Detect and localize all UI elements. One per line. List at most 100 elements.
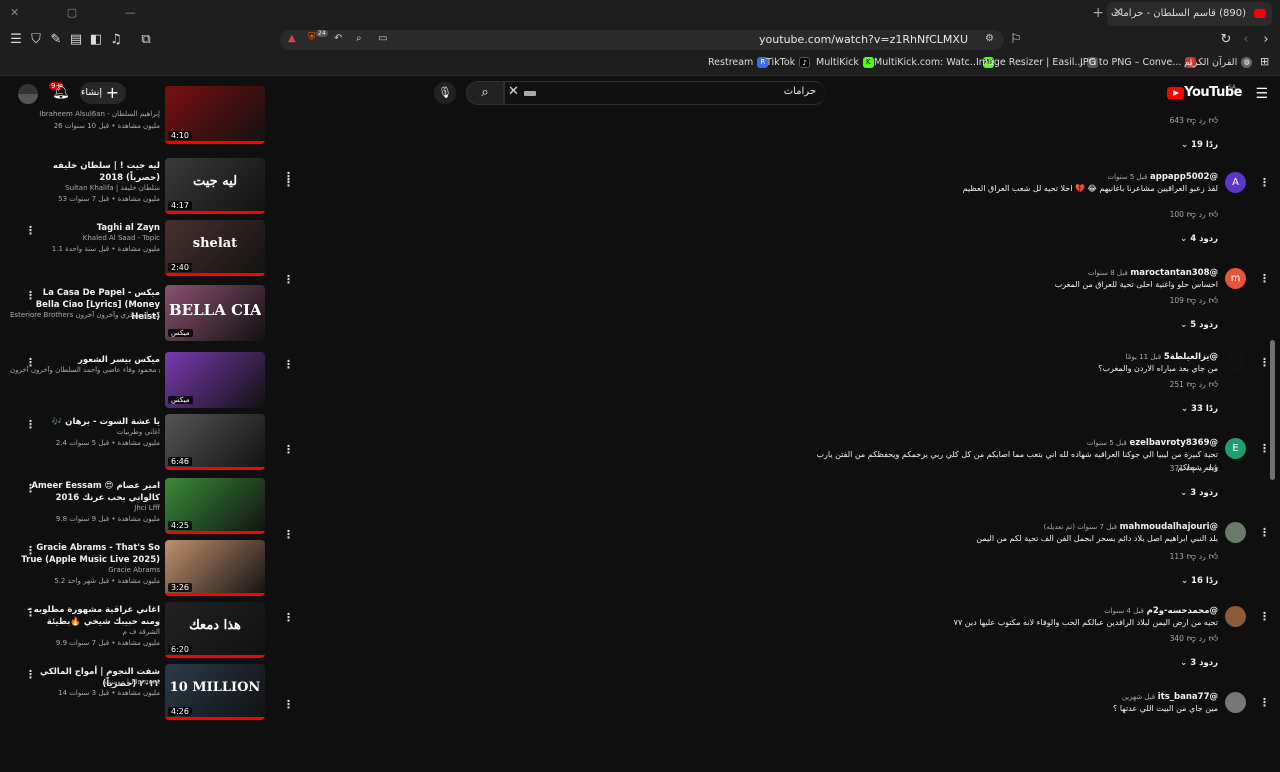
- more-actions-icon[interactable]: ⋮: [25, 224, 36, 237]
- comment-more-icon[interactable]: ⋮: [1259, 696, 1270, 709]
- recommendation-item[interactable]: 3:26 Gracie Abrams - That's So True (Appl…: [0, 540, 300, 602]
- recommendation-item[interactable]: shelat 2:40 Taghi al Zayn Khaled Al Saad - …: [0, 220, 300, 282]
- comment-author[interactable]: @ezelbavroty8369: [1129, 438, 1218, 448]
- comment-avatar[interactable]: [1225, 522, 1246, 543]
- dislike-icon[interactable]: 👎︎: [1184, 634, 1199, 644]
- comment-time[interactable]: قبل 4 سنوات: [1104, 607, 1144, 615]
- comment-author[interactable]: @mahmoudalhajouri: [1120, 522, 1218, 532]
- comment-time[interactable]: قبل 5 سنوات: [1108, 173, 1148, 181]
- recommendation-item[interactable]: ميكس ميكس بيسر الشعور صباح محمود وفاء عاضي…: [0, 352, 300, 414]
- bookmark-tiktok[interactable]: TikTok ♪: [766, 57, 811, 68]
- video-thumbnail[interactable]: هذا دمعك 6:20: [165, 602, 265, 658]
- more-actions-icon[interactable]: ⋮: [283, 698, 294, 711]
- recommendation-item[interactable]: هذا دمعك 6:20 اغاني عراقية مشهورة مطلوبه -…: [0, 602, 300, 664]
- more-actions-icon[interactable]: ⋮: [25, 356, 36, 369]
- tab-manager-icon[interactable]: ⧉: [138, 32, 154, 48]
- video-title[interactable]: يا عشة السوت - برهان 🎶: [20, 416, 160, 428]
- video-thumbnail[interactable]: 3:26: [165, 540, 265, 596]
- bookmark-restream[interactable]: Restream R: [708, 57, 769, 68]
- comment-author[interactable]: @محمدحسه-و2م: [1147, 606, 1218, 616]
- music-icon[interactable]: ♫: [108, 32, 124, 48]
- recommendation-item[interactable]: 6:46 يا عشة السوت - برهان 🎶 اغاني وطربيات 2…: [0, 414, 300, 476]
- guide-menu-icon[interactable]: ☰: [1255, 86, 1268, 102]
- search-button[interactable]: ⌕: [466, 81, 504, 105]
- comment-more-icon[interactable]: ⋮: [1259, 610, 1270, 623]
- channel-name[interactable]: Gracie Abrams: [10, 566, 160, 574]
- reply-button[interactable]: رد: [1199, 210, 1206, 219]
- comment-time[interactable]: قبل شهرين: [1122, 693, 1155, 701]
- more-actions-icon[interactable]: ⋮: [25, 289, 36, 302]
- comment-avatar[interactable]: [1225, 352, 1246, 373]
- video-thumbnail[interactable]: 4:10: [165, 86, 265, 144]
- like-icon[interactable]: 👍︎: [1206, 296, 1218, 306]
- video-title[interactable]: Taghi al Zayn: [20, 222, 160, 234]
- forward-icon[interactable]: ‹: [1238, 32, 1254, 48]
- comment-more-icon[interactable]: ⋮: [1259, 356, 1270, 369]
- video-title[interactable]: امير عصام 😍 Ameer Eessam كالواني بحب عرن…: [20, 480, 160, 504]
- comment-author[interactable]: @appapp5002: [1150, 172, 1218, 182]
- like-icon[interactable]: 👍︎: [1206, 116, 1218, 126]
- more-actions-icon[interactable]: ⋮: [283, 443, 294, 456]
- menu-icon[interactable]: ☰: [8, 32, 24, 48]
- view-replies-button[interactable]: ⌄ 33 ردًا: [1181, 404, 1218, 414]
- reply-button[interactable]: رد: [1199, 634, 1206, 643]
- comment-avatar[interactable]: [1225, 692, 1246, 713]
- channel-name[interactable]: Jhci Lfff: [10, 504, 160, 512]
- comment-author[interactable]: @its_bana77: [1158, 692, 1218, 702]
- video-thumbnail[interactable]: 6:46: [165, 414, 265, 470]
- new-tab-button[interactable]: +: [1092, 5, 1104, 21]
- extension-triangle-icon[interactable]: ▲: [288, 33, 296, 44]
- recommendation-item[interactable]: 4:25 امير عصام 😍 Ameer Eessam كالواني بحب…: [0, 478, 300, 540]
- scrollbar[interactable]: [1270, 340, 1275, 480]
- channel-name[interactable]: Sultan Khalifa | سلطان خليفة: [10, 184, 160, 192]
- comment-author[interactable]: @maroctantan308: [1130, 268, 1218, 278]
- recommendation-item[interactable]: 4:10 Ibraheem Alsul6an - إبراهيم السلطان 2…: [0, 86, 300, 158]
- microphone-icon[interactable]: 🎙︎: [434, 82, 456, 104]
- comment-avatar[interactable]: A: [1225, 172, 1246, 193]
- sidebar-icon[interactable]: ◧: [88, 32, 104, 48]
- video-thumbnail[interactable]: ميكس: [165, 352, 265, 408]
- view-replies-button[interactable]: ⌄ 4 ردود: [1180, 234, 1218, 244]
- view-replies-button[interactable]: ⌄ 16 ردًا: [1181, 576, 1218, 586]
- browser-tab[interactable]: ✕ (890) قاسم السلطان - حرامات: [1107, 2, 1272, 26]
- video-thumbnail[interactable]: 10 MILLION 4:26: [165, 664, 265, 720]
- dislike-icon[interactable]: 👎︎: [1184, 296, 1199, 306]
- comment-time[interactable]: قبل 7 سنوات (تم تعديله): [1044, 523, 1117, 531]
- reply-button[interactable]: رد: [1199, 116, 1206, 125]
- video-thumbnail[interactable]: ليه جيت 4:17: [165, 158, 265, 214]
- like-icon[interactable]: 👍︎: [1206, 210, 1218, 220]
- bookmark-quran[interactable]: القرآن الكريم ◍: [1184, 57, 1253, 68]
- dislike-icon[interactable]: 👎︎: [1184, 210, 1199, 220]
- view-replies-button[interactable]: ⌄ 5 ردود: [1180, 320, 1218, 330]
- channel-name[interactable]: Ibraheem Alsul6an - إبراهيم السلطان: [10, 110, 160, 118]
- view-replies-button[interactable]: ⌄ 3 ردود: [1180, 658, 1218, 668]
- wallet-icon[interactable]: ▤: [68, 32, 84, 48]
- video-title[interactable]: اغاني عراقية مشهورة مطلوبه - ومنه حبيبك …: [20, 604, 160, 628]
- channel-name[interactable]: الشرقة ف م: [10, 628, 160, 636]
- recommendation-item[interactable]: 10 MILLION 4:26 شفت النجوم | أمواج المالكي…: [0, 664, 300, 726]
- share-icon[interactable]: ↶: [334, 33, 342, 44]
- comment-more-icon[interactable]: ⋮: [1259, 442, 1270, 455]
- comment-more-icon[interactable]: ⋮: [1259, 176, 1270, 189]
- more-actions-icon[interactable]: ⋮: [283, 176, 294, 189]
- comment-avatar[interactable]: m: [1225, 268, 1246, 289]
- comment-more-icon[interactable]: ⋮: [1259, 272, 1270, 285]
- comment-author[interactable]: @يزالعيلطة5: [1164, 352, 1218, 362]
- video-title[interactable]: ليه جيت ! | سلطان خليفه (حصرياً) 2018: [20, 160, 160, 184]
- reply-button[interactable]: رد: [1199, 380, 1206, 389]
- window-controls[interactable]: ✕ ▢ —: [10, 6, 158, 19]
- clear-search-icon[interactable]: ✕: [508, 84, 519, 99]
- bookmark-jpg-to-png[interactable]: JPG to PNG – Conve... J: [1080, 57, 1197, 68]
- bookmark-icon[interactable]: ⚐: [1008, 32, 1024, 48]
- dislike-icon[interactable]: 👎︎: [1184, 464, 1199, 474]
- shield-icon[interactable]: ⛉: [28, 32, 44, 48]
- cast-icon[interactable]: ▭: [378, 33, 387, 44]
- recommendation-item[interactable]: BELLA CIAOميكسميكس La Casa De Papel - Be…: [0, 285, 300, 347]
- back-icon[interactable]: ›: [1258, 32, 1274, 48]
- more-actions-icon[interactable]: ⋮: [25, 418, 36, 431]
- address-bar[interactable]: ▲ ⛨ 24 ↶ ⌕ ▭ youtube.com/watch?v=z1RhNfC…: [280, 30, 1004, 50]
- search-input[interactable]: حرامات: [504, 81, 826, 105]
- more-actions-icon[interactable]: ⋮: [25, 668, 36, 681]
- view-replies-button[interactable]: ⌄ 19 ردًا: [1181, 140, 1218, 150]
- comment-time[interactable]: قبل 5 سنوات: [1087, 439, 1127, 447]
